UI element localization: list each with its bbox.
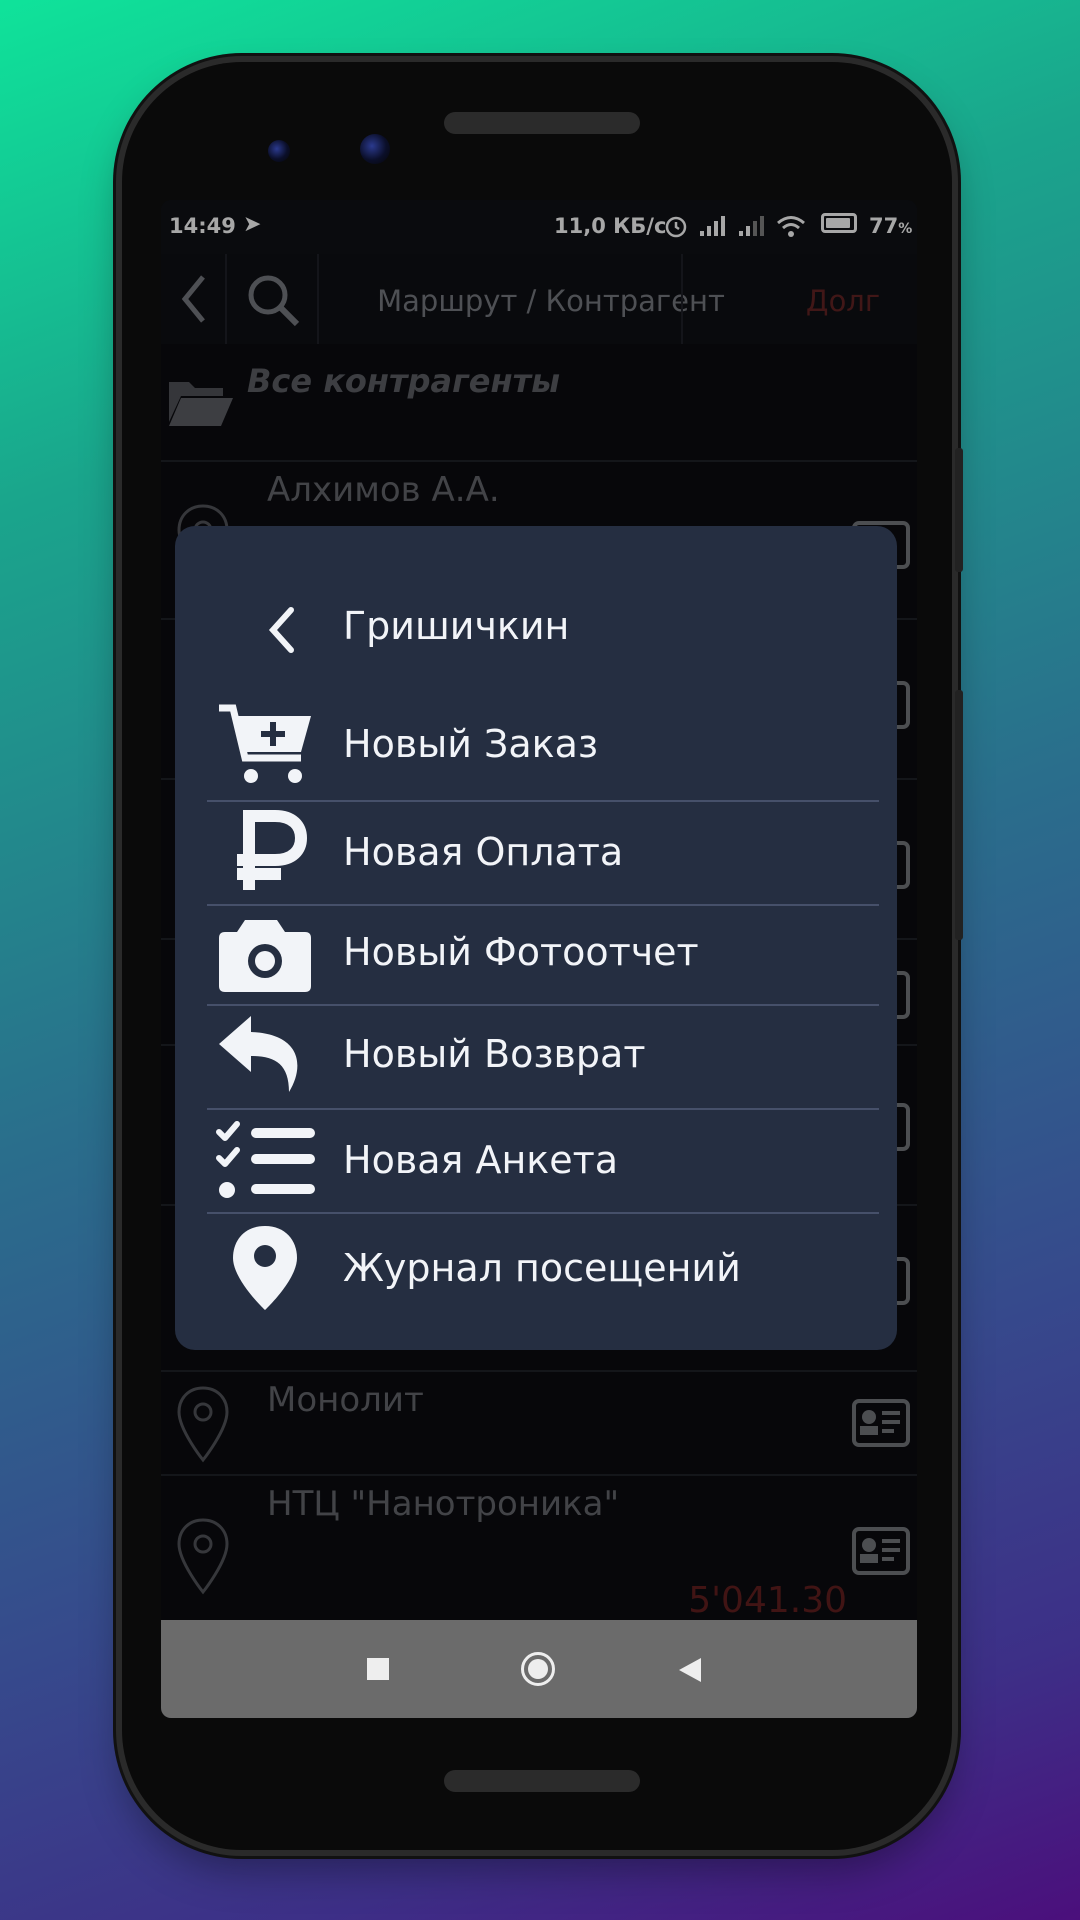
- nav-back-button[interactable]: [677, 1656, 703, 1684]
- menu-item-new-survey[interactable]: Новая Анкета: [207, 1110, 879, 1214]
- menu-item-label: Новый Фотоотчет: [343, 930, 699, 974]
- menu-item-label: Новая Оплата: [343, 830, 624, 874]
- front-camera-left: [268, 140, 290, 162]
- phone-screen: 14:49 ➤ 11,0 КБ/с 77% Маршрут / Контраге…: [161, 200, 917, 1718]
- home-button-dot: [528, 1659, 548, 1679]
- volume-button: [955, 690, 963, 940]
- bottom-speaker: [444, 1770, 640, 1792]
- dialog-back-button[interactable]: [261, 602, 301, 658]
- power-button: [955, 448, 963, 572]
- camera-icon: [219, 920, 311, 992]
- ruble-icon: [237, 810, 308, 890]
- android-nav-bar: [161, 1620, 917, 1718]
- home-button[interactable]: [521, 1652, 555, 1686]
- menu-item-label: Новый Возврат: [343, 1032, 646, 1076]
- menu-item-label: Новая Анкета: [343, 1138, 619, 1182]
- top-speaker: [444, 112, 640, 134]
- menu-item-label: Новый Заказ: [343, 722, 599, 766]
- map-pin-icon: [233, 1226, 297, 1310]
- recents-button[interactable]: [367, 1658, 389, 1680]
- menu-item-new-payment[interactable]: Новая Оплата: [207, 802, 879, 906]
- menu-item-new-return[interactable]: Новый Возврат: [207, 1006, 879, 1110]
- menu-item-new-photo-report[interactable]: Новый Фотоотчет: [207, 906, 879, 1006]
- menu-item-visit-log[interactable]: Журнал посещений: [207, 1214, 879, 1318]
- dialog-title: Гришичкин: [343, 604, 570, 648]
- menu-item-label: Журнал посещений: [343, 1246, 741, 1290]
- context-menu-dialog: Гришичкин Новый Заказ Новая Оплата Новый…: [175, 526, 897, 1350]
- menu-item-new-order[interactable]: Новый Заказ: [207, 698, 879, 802]
- cart-plus-icon: [219, 704, 311, 783]
- checklist-icon: [216, 1121, 315, 1198]
- front-camera-right: [360, 134, 390, 164]
- return-icon: [219, 1016, 298, 1092]
